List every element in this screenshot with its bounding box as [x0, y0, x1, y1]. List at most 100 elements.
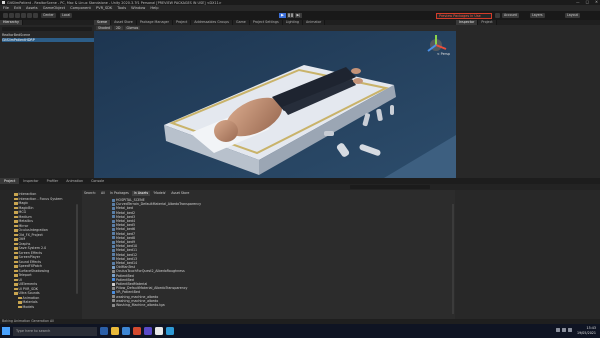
filter-in-assets[interactable]: In Assets [131, 191, 151, 196]
layout-dropdown[interactable]: Layout [565, 13, 580, 18]
tab-console[interactable]: Console [87, 178, 108, 184]
menu-pvr-sdk[interactable]: PVR_SDK [96, 6, 112, 10]
menu-edit[interactable]: Edit [14, 6, 21, 10]
preview-packages-warning[interactable]: Preview Packages In Use [436, 12, 492, 19]
scene-render [94, 25, 456, 178]
file-icon [112, 219, 115, 223]
pivot-toggle[interactable]: Center [41, 13, 56, 18]
cloud-icon[interactable] [495, 13, 500, 18]
scale-tool-icon[interactable] [21, 13, 26, 18]
folder-icon [14, 211, 18, 214]
search-filter-tabs: Search: All In Packages In Assets 'Model… [82, 191, 191, 196]
texture-icon [112, 286, 115, 290]
folder-icon [14, 251, 18, 254]
rotate-tool-icon[interactable] [15, 13, 20, 18]
folder-icon [14, 260, 18, 263]
layers-dropdown[interactable]: Layers [530, 13, 545, 18]
folder-item[interactable]: Models [18, 305, 34, 310]
folder-icon [14, 197, 18, 200]
menu-file[interactable]: File [3, 6, 9, 10]
tab-project-bottom[interactable]: Project [0, 178, 20, 184]
filter-models[interactable]: 'Models' [151, 191, 168, 196]
file-icon [112, 236, 115, 240]
asset-list-panel: Search: All In Packages In Assets 'Model… [82, 190, 455, 319]
office-icon[interactable] [133, 327, 141, 335]
texture-icon [112, 269, 115, 273]
menu-component[interactable]: Component [70, 6, 91, 10]
folder-icon [14, 265, 18, 268]
folder-icon [14, 224, 18, 227]
hierarchy-item-realtorbedscene[interactable]: RealtorBedScene [2, 33, 94, 37]
teams-icon[interactable] [144, 327, 152, 335]
folder-icon [14, 206, 18, 209]
folder-icon [14, 220, 18, 223]
menu-tools[interactable]: Tools [117, 6, 126, 10]
filter-all[interactable]: All [99, 191, 107, 196]
vscode-icon[interactable] [166, 327, 174, 335]
tab-profiler[interactable]: Profiler [43, 178, 63, 184]
filter-in-packages[interactable]: In Packages [108, 191, 131, 196]
rect-tool-icon[interactable] [27, 13, 32, 18]
hierarchy-item-gitslimpatient[interactable]: GitSlimPatientHDRP [2, 37, 94, 42]
asset-list-scrollbar[interactable] [452, 204, 454, 314]
window-title: GitSlimPatient - RealtorScene - PC, Mac … [7, 0, 222, 5]
model-icon [112, 265, 115, 269]
filter-search-label: Search: [84, 191, 97, 195]
file-icon [112, 244, 115, 248]
taskbar-search-input[interactable]: Type here to search [13, 326, 97, 336]
inspector-panel [456, 25, 600, 178]
folder-icon [18, 301, 22, 304]
gizmos-dropdown[interactable]: Gizmos [124, 25, 141, 31]
task-view-icon[interactable] [100, 327, 108, 335]
window-controls: — □ ✕ [576, 0, 598, 4]
folder-tree-scrollbar[interactable] [76, 204, 78, 294]
folder-icon [14, 287, 18, 290]
folder-icon [14, 238, 18, 241]
shading-mode-dropdown[interactable]: Shaded [96, 25, 113, 31]
project-search-input[interactable] [350, 185, 430, 189]
maximize-button[interactable]: □ [586, 0, 589, 4]
file-icon [112, 240, 115, 244]
clock-date: 19/05/2021 [576, 330, 596, 335]
play-button[interactable]: ▶ [279, 13, 286, 18]
windows-start-icon[interactable] [2, 327, 10, 335]
folder-icon [14, 202, 18, 205]
file-icon [112, 253, 115, 257]
folder-icon [14, 229, 18, 232]
perspective-label[interactable]: < Persp [437, 52, 450, 56]
clock[interactable]: 15:43 19/05/2021 [577, 326, 596, 335]
scene-toolbar: Shaded 2D Gizmos [94, 25, 456, 31]
edge-icon[interactable] [122, 327, 130, 335]
file-icon [112, 223, 115, 227]
volume-icon[interactable] [562, 328, 566, 332]
folder-icon [18, 305, 22, 308]
unity-icon[interactable] [155, 327, 163, 335]
menu-window[interactable]: Window [131, 6, 145, 10]
folder-icon [14, 283, 18, 286]
minimize-button[interactable]: — [576, 0, 580, 4]
list-item[interactable]: Washing_Machine_albedo.tga [112, 303, 165, 307]
battery-icon[interactable] [568, 328, 572, 332]
hand-tool-icon[interactable] [3, 13, 8, 18]
move-tool-icon[interactable] [9, 13, 14, 18]
menu-assets[interactable]: Assets [26, 6, 38, 10]
folder-icon [14, 292, 18, 295]
network-icon[interactable] [556, 328, 560, 332]
filter-asset-store[interactable]: Asset Store [169, 191, 191, 196]
tab-inspector-bottom[interactable]: Inspector [19, 178, 42, 184]
transform-tool-icon[interactable] [33, 13, 38, 18]
close-button[interactable]: ✕ [595, 0, 598, 4]
space-toggle[interactable]: Local [60, 13, 73, 18]
menu-help[interactable]: Help [150, 6, 158, 10]
pause-button[interactable]: ❚❚ [287, 13, 294, 18]
menu-gameobject[interactable]: GameObject [43, 6, 65, 10]
account-dropdown[interactable]: Account [502, 13, 519, 18]
tab-animation[interactable]: Animation [62, 178, 87, 184]
prefab-icon [112, 278, 115, 282]
file-explorer-icon[interactable] [111, 327, 119, 335]
file-icon [112, 202, 115, 206]
scene-view[interactable]: Shaded 2D Gizmos < Persp [94, 25, 456, 178]
2d-toggle[interactable]: 2D [114, 25, 123, 31]
hierarchy-search-input[interactable] [2, 27, 92, 31]
step-button[interactable]: ▶| [295, 13, 302, 18]
